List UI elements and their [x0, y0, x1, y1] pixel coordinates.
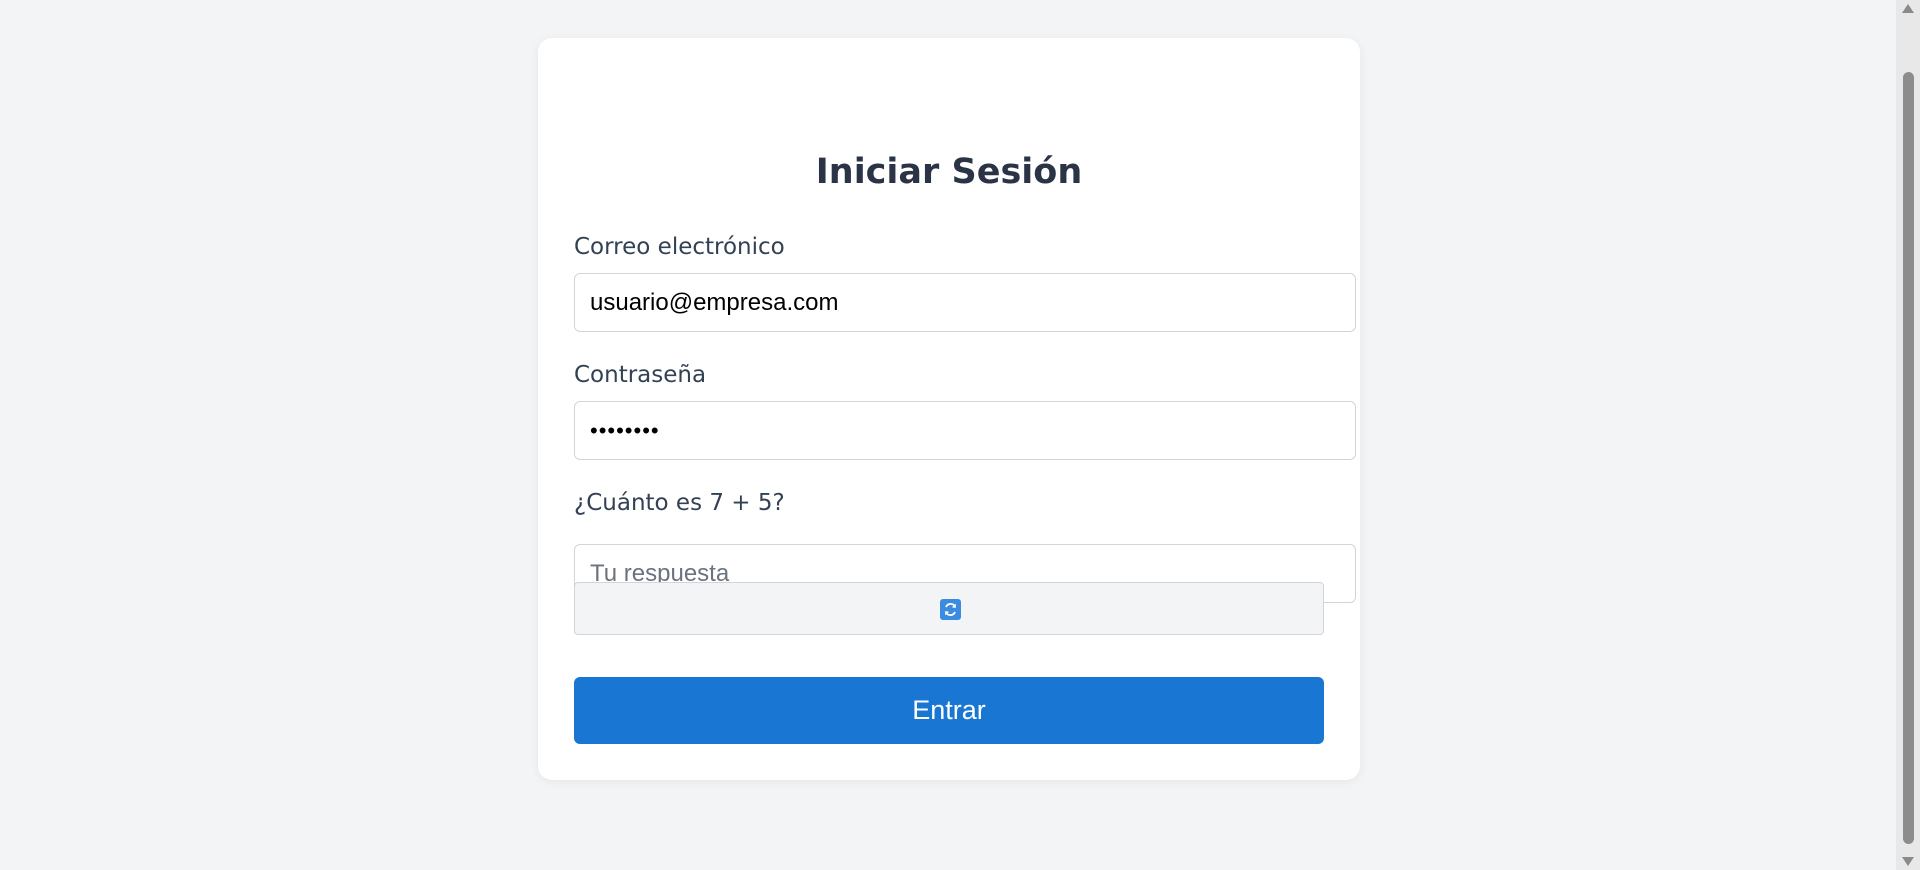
password-label: Contraseña	[574, 362, 707, 388]
submit-button[interactable]: Entrar	[574, 677, 1324, 744]
refresh-icon	[940, 599, 961, 620]
page-title: Iniciar Sesión	[815, 152, 1083, 192]
scroll-thumb[interactable]	[1903, 72, 1914, 844]
captcha-refresh-button[interactable]	[574, 582, 1324, 635]
page: Iniciar Sesión Correo electrónico Contra…	[0, 0, 1920, 870]
scroll-down-arrow-icon[interactable]	[1902, 857, 1914, 866]
email-label: Correo electrónico	[574, 234, 785, 260]
vertical-scrollbar[interactable]	[1896, 0, 1920, 870]
email-field[interactable]	[574, 273, 1356, 332]
password-field[interactable]	[574, 401, 1356, 460]
login-card: Iniciar Sesión Correo electrónico Contra…	[538, 38, 1360, 780]
captcha-question: ¿Cuánto es 7 + 5?	[574, 490, 785, 516]
scroll-up-arrow-icon[interactable]	[1902, 4, 1914, 13]
